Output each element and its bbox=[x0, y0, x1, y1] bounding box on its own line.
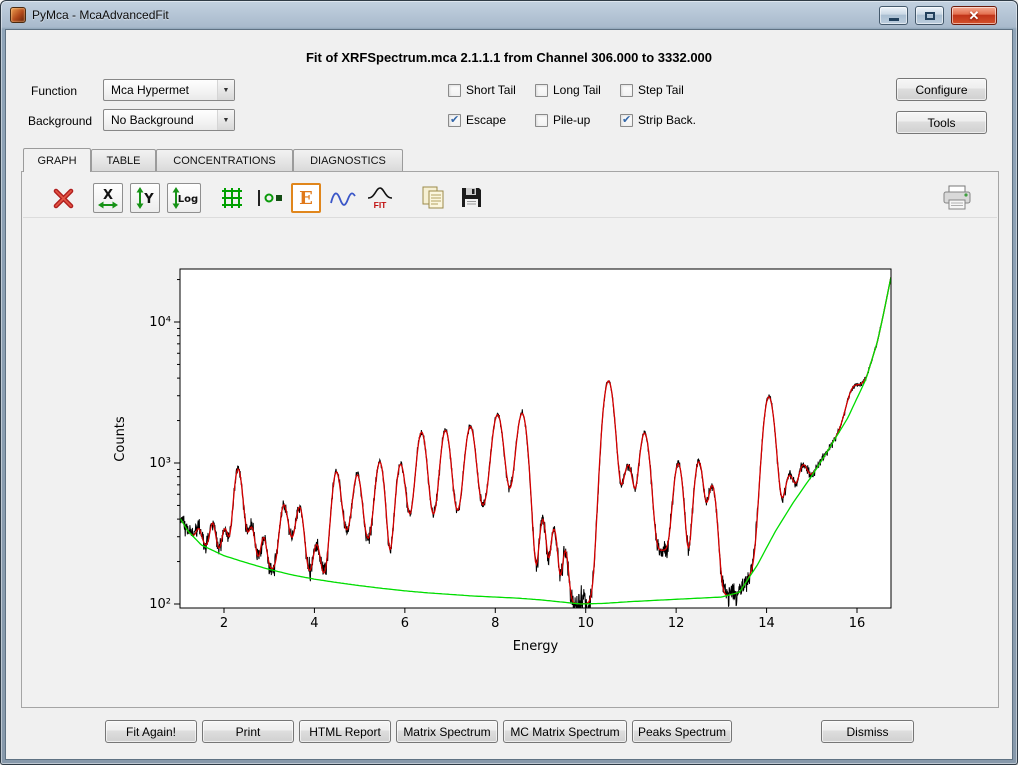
peak-markers-icon bbox=[255, 187, 283, 209]
svg-text:Counts: Counts bbox=[113, 416, 128, 462]
peak-markers-button[interactable] bbox=[254, 183, 284, 213]
svg-text:12: 12 bbox=[668, 616, 685, 631]
peaks-spectrum-button[interactable]: Peaks Spectrum bbox=[632, 720, 732, 743]
chevron-down-icon: ▼ bbox=[217, 80, 234, 100]
copy-to-clipboard-button[interactable] bbox=[419, 183, 449, 213]
configure-button[interactable]: Configure bbox=[896, 78, 987, 101]
window: PyMca - McaAdvancedFit ✕ Fit of XRFSpect… bbox=[0, 0, 1018, 765]
fit-icon: FIT bbox=[366, 185, 394, 211]
fit-button[interactable]: FIT bbox=[365, 183, 395, 213]
background-label: Background bbox=[28, 114, 92, 128]
print-button[interactable] bbox=[941, 183, 971, 213]
svg-text:Log: Log bbox=[178, 194, 198, 205]
wave-icon bbox=[329, 187, 357, 209]
svg-text:10³: 10³ bbox=[149, 456, 171, 471]
function-combobox[interactable]: Mca Hypermet ▼ bbox=[103, 79, 235, 101]
checkbox-pileup[interactable]: Pile-up bbox=[535, 113, 590, 127]
checkbox-escape[interactable]: Escape bbox=[448, 113, 506, 127]
log-scale-button[interactable]: Log bbox=[167, 183, 201, 213]
mc-matrix-spectrum-button[interactable]: MC Matrix Spectrum bbox=[503, 720, 627, 743]
save-icon bbox=[459, 185, 484, 210]
tab-table[interactable]: TABLE bbox=[91, 149, 156, 171]
function-label: Function bbox=[31, 84, 77, 98]
svg-text:Energy: Energy bbox=[513, 639, 559, 654]
svg-text:6: 6 bbox=[401, 616, 409, 631]
tab-graph[interactable]: GRAPH bbox=[23, 148, 91, 172]
svg-text:8: 8 bbox=[491, 616, 499, 631]
background-value: No Background bbox=[111, 113, 217, 127]
matrix-spectrum-button[interactable]: Matrix Spectrum bbox=[396, 720, 498, 743]
plot-toolbar: X Y Log E bbox=[23, 178, 997, 218]
grid-icon bbox=[221, 187, 243, 209]
svg-text:10⁴: 10⁴ bbox=[149, 315, 171, 330]
tab-diagnostics[interactable]: DIAGNOSTICS bbox=[293, 149, 403, 171]
fit-header: Fit of XRFSpectrum.mca 2.1.1.1 from Chan… bbox=[1, 50, 1017, 65]
strip-back-checkbox[interactable] bbox=[620, 114, 633, 127]
graph-pane: X Y Log E bbox=[21, 171, 999, 708]
short-tail-checkbox[interactable] bbox=[448, 84, 461, 97]
background-combobox[interactable]: No Background ▼ bbox=[103, 109, 235, 131]
zoom-reset-icon bbox=[52, 186, 76, 210]
energy-icon: E bbox=[295, 186, 317, 210]
y-autoscale-icon: Y bbox=[133, 186, 157, 210]
tab-concentrations[interactable]: CONCENTRATIONS bbox=[156, 149, 293, 171]
svg-text:10²: 10² bbox=[149, 597, 171, 612]
svg-text:16: 16 bbox=[849, 616, 866, 631]
copy-icon bbox=[420, 184, 448, 212]
energy-selection-button[interactable]: E bbox=[291, 183, 321, 213]
tools-button[interactable]: Tools bbox=[896, 111, 987, 134]
y-autoscale-button[interactable]: Y bbox=[130, 183, 160, 213]
chevron-down-icon: ▼ bbox=[217, 110, 234, 130]
function-value: Mca Hypermet bbox=[111, 83, 217, 97]
checkbox-step-tail[interactable]: Step Tail bbox=[620, 83, 684, 97]
x-autoscale-button[interactable]: X bbox=[93, 183, 123, 213]
pileup-checkbox[interactable] bbox=[535, 114, 548, 127]
checkbox-long-tail[interactable]: Long Tail bbox=[535, 83, 601, 97]
x-autoscale-icon: X bbox=[96, 186, 120, 210]
svg-text:10: 10 bbox=[577, 616, 594, 631]
svg-text:Y: Y bbox=[143, 192, 154, 207]
svg-text:14: 14 bbox=[758, 616, 775, 631]
checkbox-strip-back[interactable]: Strip Back. bbox=[620, 113, 696, 127]
svg-text:E: E bbox=[299, 188, 313, 209]
svg-text:4: 4 bbox=[310, 616, 318, 631]
print-icon bbox=[941, 184, 971, 212]
long-tail-checkbox[interactable] bbox=[535, 84, 548, 97]
fit-again-button[interactable]: Fit Again! bbox=[105, 720, 197, 743]
calibration-wave-button[interactable] bbox=[328, 183, 358, 213]
svg-text:FIT: FIT bbox=[374, 200, 388, 210]
html-report-button[interactable]: HTML Report bbox=[299, 720, 391, 743]
grid-toggle-button[interactable] bbox=[217, 183, 247, 213]
spectrum-plot[interactable]: 2 4 6 8 10 12 14 16 10² 10³ 10⁴ Counts Energy bbox=[22, 227, 1000, 657]
escape-checkbox[interactable] bbox=[448, 114, 461, 127]
log-scale-icon: Log bbox=[170, 186, 198, 210]
zoom-reset-button[interactable] bbox=[49, 183, 79, 213]
dismiss-button[interactable]: Dismiss bbox=[821, 720, 914, 743]
print-report-button[interactable]: Print bbox=[202, 720, 294, 743]
save-button[interactable] bbox=[456, 183, 486, 213]
step-tail-checkbox[interactable] bbox=[620, 84, 633, 97]
svg-text:2: 2 bbox=[220, 616, 228, 631]
svg-text:X: X bbox=[103, 188, 113, 203]
checkbox-short-tail[interactable]: Short Tail bbox=[448, 83, 516, 97]
